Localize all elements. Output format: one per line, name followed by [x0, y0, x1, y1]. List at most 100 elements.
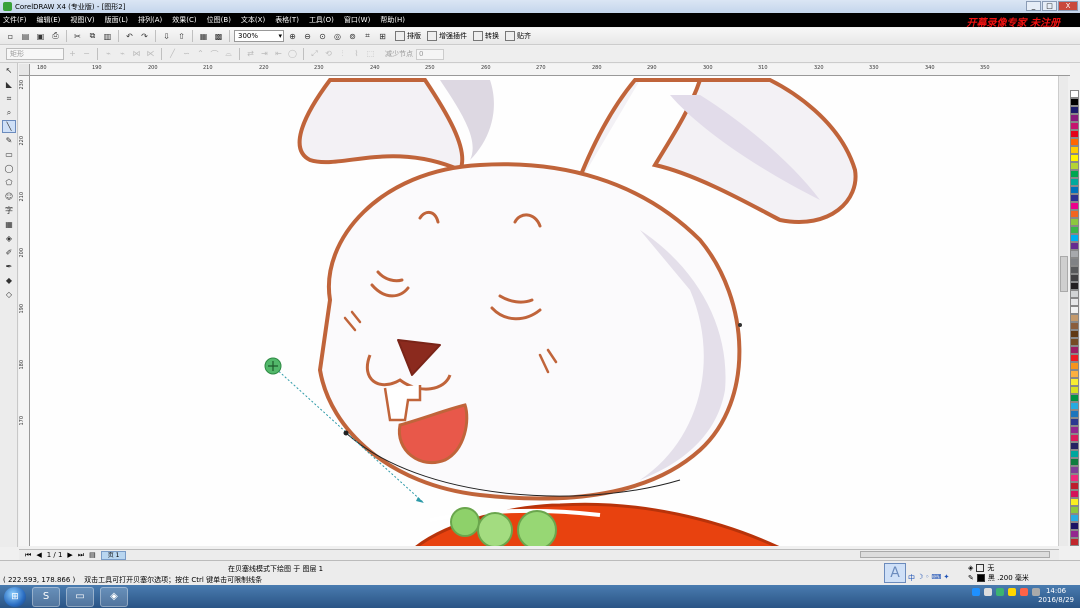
to-line-icon[interactable]: ╱ — [167, 49, 178, 60]
remove-preset-icon[interactable]: − — [81, 49, 92, 60]
zoom-tool-icon[interactable]: ⌕ — [2, 106, 16, 119]
color-swatch[interactable] — [1070, 514, 1079, 522]
ime-tools-icon[interactable]: ✦ — [944, 573, 950, 583]
crop-tool-icon[interactable]: ⌗ — [2, 92, 16, 105]
elastic-mode-icon[interactable]: ⌇ — [351, 49, 362, 60]
zoom-width-icon[interactable]: ⌗ — [361, 30, 374, 43]
snap-to-button[interactable]: 贴齐 — [505, 31, 531, 41]
color-swatch[interactable] — [1070, 258, 1079, 266]
ime-punct-icon[interactable]: ◦ — [925, 573, 929, 583]
color-swatch[interactable] — [1070, 434, 1079, 442]
fill-tool-icon[interactable]: ◆ — [2, 274, 16, 287]
last-page-icon[interactable]: ⏭ — [78, 551, 84, 560]
basic-shapes-tool-icon[interactable]: ☺ — [2, 190, 16, 203]
color-swatch[interactable] — [1070, 442, 1079, 450]
extract-subpath-icon[interactable]: ⇤ — [273, 49, 284, 60]
color-swatch[interactable] — [1070, 194, 1079, 202]
color-swatch[interactable] — [1070, 346, 1079, 354]
color-swatch[interactable] — [1070, 130, 1079, 138]
color-swatch[interactable] — [1070, 202, 1079, 210]
system-clock[interactable]: 14:06 2016/8/29 — [1038, 587, 1074, 605]
color-swatch[interactable] — [1070, 290, 1079, 298]
layout-plugin-button[interactable]: 排版 — [395, 31, 421, 41]
app-launcher-icon[interactable]: ▦ — [197, 30, 210, 43]
break-curve-icon[interactable]: ⋉ — [145, 49, 156, 60]
color-swatch[interactable] — [1070, 298, 1079, 306]
menu-effects[interactable]: 效果(C) — [172, 15, 196, 25]
prev-page-icon[interactable]: ◀ — [36, 551, 41, 559]
color-swatch[interactable] — [1070, 322, 1079, 330]
align-nodes-icon[interactable]: ⫶ — [337, 49, 348, 60]
first-page-icon[interactable]: ⏮ — [25, 551, 31, 560]
open-icon[interactable]: ▤ — [19, 30, 32, 43]
undo-icon[interactable]: ↶ — [123, 30, 136, 43]
color-swatch[interactable] — [1070, 242, 1079, 250]
color-swatch[interactable] — [1070, 314, 1079, 322]
color-swatch[interactable] — [1070, 386, 1079, 394]
menu-bitmaps[interactable]: 位图(B) — [207, 15, 231, 25]
color-swatch[interactable] — [1070, 210, 1079, 218]
color-swatch[interactable] — [1070, 330, 1079, 338]
sogou-taskbar-icon[interactable]: S — [32, 586, 60, 607]
tray-icon[interactable] — [1008, 588, 1016, 596]
color-swatch[interactable] — [1070, 498, 1079, 506]
tray-icon[interactable] — [1020, 588, 1028, 596]
color-swatch[interactable] — [1070, 282, 1079, 290]
color-swatch[interactable] — [1070, 106, 1079, 114]
color-swatch[interactable] — [1070, 218, 1079, 226]
zoom-all-icon[interactable]: ◎ — [331, 30, 344, 43]
interactive-blend-tool-icon[interactable]: ◈ — [2, 232, 16, 245]
color-swatch[interactable] — [1070, 402, 1079, 410]
color-swatch[interactable] — [1070, 170, 1079, 178]
color-swatch[interactable] — [1070, 474, 1079, 482]
join-nodes-icon[interactable]: ⋈ — [131, 49, 142, 60]
next-page-icon[interactable]: ▶ — [67, 551, 72, 559]
tray-icon[interactable] — [984, 588, 992, 596]
export-icon[interactable]: ⇧ — [175, 30, 188, 43]
paste-icon[interactable]: ▥ — [101, 30, 114, 43]
eyedropper-tool-icon[interactable]: ✐ — [2, 246, 16, 259]
reverse-direction-icon[interactable]: ⇄ — [245, 49, 256, 60]
color-swatch[interactable] — [1070, 226, 1079, 234]
menu-table[interactable]: 表格(T) — [275, 15, 299, 25]
explorer-taskbar-icon[interactable]: ▭ — [66, 586, 94, 607]
color-swatch[interactable] — [1070, 98, 1079, 106]
save-icon[interactable]: ▣ — [34, 30, 47, 43]
color-swatch[interactable] — [1070, 482, 1079, 490]
rectangle-tool-icon[interactable]: ▭ — [2, 148, 16, 161]
menu-file[interactable]: 文件(F) — [3, 15, 27, 25]
color-swatch[interactable] — [1070, 490, 1079, 498]
delete-node-icon[interactable]: ⌁ — [117, 49, 128, 60]
shape-tool-icon[interactable]: ◣ — [2, 78, 16, 91]
polygon-tool-icon[interactable]: ⬠ — [2, 176, 16, 189]
enhance-plugin-button[interactable]: 增强插件 — [427, 31, 467, 41]
menu-window[interactable]: 窗口(W) — [344, 15, 370, 25]
tray-icon[interactable] — [972, 588, 980, 596]
color-swatch[interactable] — [1070, 250, 1079, 258]
bezier-tool-icon[interactable]: ╲ — [2, 120, 16, 133]
add-page-icon[interactable]: ▤ — [89, 551, 96, 559]
color-swatch[interactable] — [1070, 354, 1079, 362]
table-tool-icon[interactable]: ▦ — [2, 218, 16, 231]
auto-close-icon[interactable]: ◯ — [287, 49, 298, 60]
ime-chinese-icon[interactable]: 中 — [908, 573, 915, 583]
color-swatch[interactable] — [1070, 162, 1079, 170]
color-swatch[interactable] — [1070, 306, 1079, 314]
color-swatch[interactable] — [1070, 338, 1079, 346]
horizontal-scrollbar[interactable] — [860, 551, 1050, 558]
convert-button[interactable]: 转换 — [473, 31, 499, 41]
vertical-ruler[interactable]: 230 220 210 200 190 180 170 — [19, 76, 30, 546]
ellipse-tool-icon[interactable]: ◯ — [2, 162, 16, 175]
to-curve-icon[interactable]: ∽ — [181, 49, 192, 60]
zoom-out-icon[interactable]: ⊖ — [301, 30, 314, 43]
add-node-icon[interactable]: ⌁ — [103, 49, 114, 60]
color-swatch[interactable] — [1070, 426, 1079, 434]
maximize-button[interactable]: □ — [1042, 1, 1057, 11]
minimize-button[interactable]: _ — [1026, 1, 1041, 11]
rotate-nodes-icon[interactable]: ⟲ — [323, 49, 334, 60]
pick-tool-icon[interactable]: ↖ — [2, 64, 16, 77]
color-swatch[interactable] — [1070, 370, 1079, 378]
menu-layout[interactable]: 版面(L) — [105, 15, 128, 25]
color-swatch[interactable] — [1070, 362, 1079, 370]
menu-text[interactable]: 文本(X) — [241, 15, 265, 25]
